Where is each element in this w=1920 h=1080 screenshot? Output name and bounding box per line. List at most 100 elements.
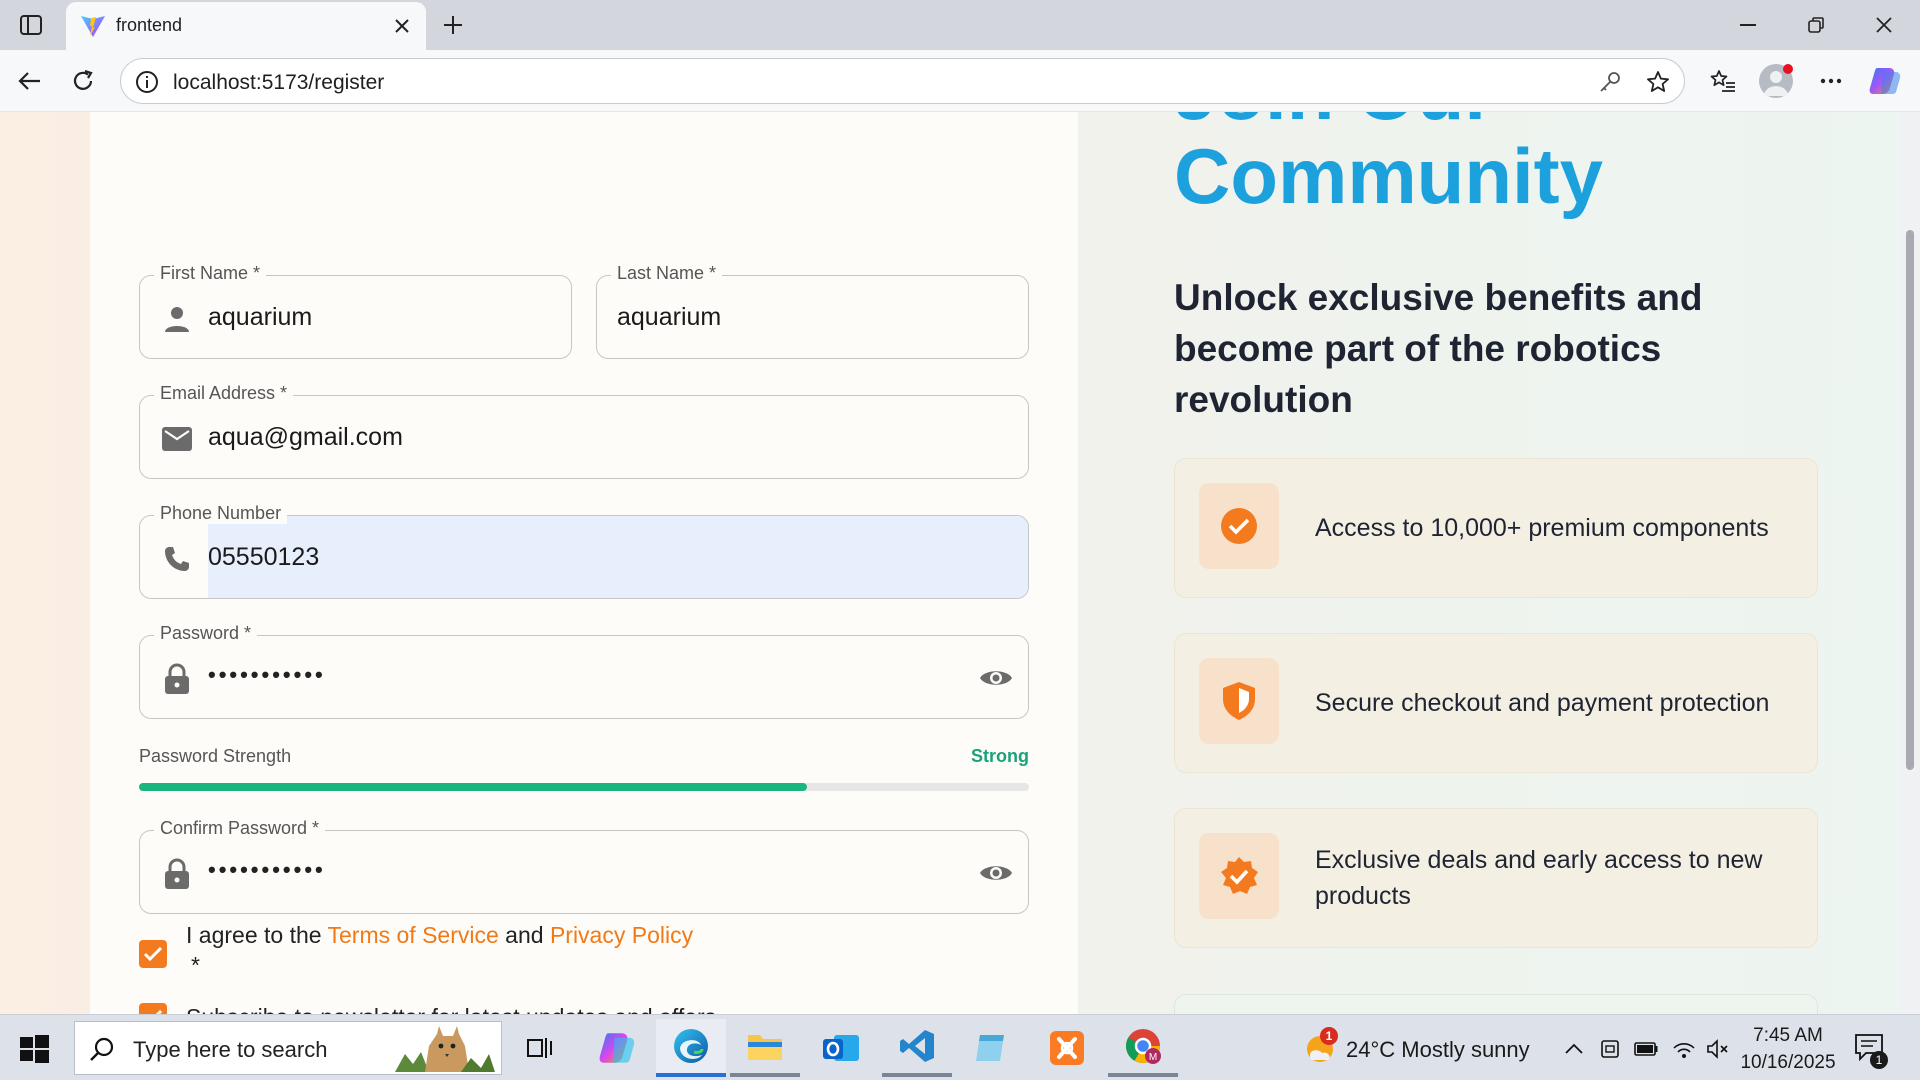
- xampp-icon[interactable]: [1032, 1019, 1102, 1077]
- confirm-password-label: Confirm Password *: [154, 818, 326, 839]
- phone-field[interactable]: Phone Number 05550123: [139, 503, 1029, 599]
- required-mark: *: [191, 952, 200, 978]
- hero-title-line1: Join Our: [1174, 112, 1603, 134]
- favorite-star-icon[interactable]: [1645, 69, 1671, 95]
- last-name-label: Last Name *: [611, 263, 723, 284]
- terms-of-service-link[interactable]: Terms of Service: [328, 922, 499, 948]
- file-explorer-icon[interactable]: [730, 1019, 800, 1077]
- password-input[interactable]: •••••••••••: [208, 662, 326, 688]
- browser-tab-frontend[interactable]: frontend: [66, 2, 426, 50]
- chrome-icon[interactable]: M: [1108, 1019, 1178, 1077]
- site-info-icon[interactable]: [135, 70, 159, 94]
- lock-icon: [162, 858, 192, 889]
- email-label: Email Address *: [154, 383, 294, 404]
- search-highlight-lynx-icon: [395, 1024, 495, 1072]
- phone-input[interactable]: 05550123: [208, 543, 319, 572]
- weather-text[interactable]: 24°C Mostly sunny: [1346, 1037, 1530, 1063]
- url-text[interactable]: localhost:5173/register: [173, 71, 384, 95]
- mail-icon: [162, 424, 192, 454]
- terms-middle: and: [498, 922, 550, 948]
- password-strength-label: Password Strength: [139, 746, 292, 766]
- eye-icon[interactable]: [978, 662, 1014, 694]
- taskbar-search-box[interactable]: Type here to search: [74, 1021, 502, 1075]
- privacy-policy-link[interactable]: Privacy Policy: [550, 922, 693, 948]
- more-options-icon[interactable]: [1812, 62, 1850, 100]
- password-strength-value: Strong: [971, 746, 1029, 766]
- email-input[interactable]: aqua@gmail.com: [208, 423, 403, 452]
- reload-icon[interactable]: [66, 64, 100, 98]
- vscode-icon[interactable]: [882, 1019, 952, 1077]
- feature-card: Exclusive deals and early access to new …: [1174, 808, 1818, 948]
- outlook-icon[interactable]: [806, 1019, 876, 1077]
- minimize-icon[interactable]: [1728, 10, 1768, 40]
- close-tab-icon[interactable]: [390, 14, 414, 38]
- notepad-icon[interactable]: [956, 1019, 1026, 1077]
- browser-tab-bar: frontend: [0, 0, 1920, 50]
- first-name-field[interactable]: First Name * aquarium: [139, 263, 572, 359]
- vite-logo-icon: [80, 14, 106, 38]
- terms-prefix: I agree to the: [186, 922, 328, 948]
- feature-text: Access to 10,000+ premium components: [1315, 514, 1769, 542]
- search-placeholder: Type here to search: [133, 1037, 328, 1062]
- newsletter-checkbox[interactable]: [139, 1003, 167, 1014]
- last-name-field[interactable]: Last Name * aquarium: [596, 263, 1029, 359]
- shield-icon: [1199, 658, 1279, 744]
- feature-card: [1174, 994, 1818, 1014]
- volume-muted-icon[interactable]: [1706, 1037, 1730, 1061]
- restore-icon[interactable]: [1796, 10, 1836, 40]
- back-arrow-icon[interactable]: [12, 64, 46, 98]
- meet-now-icon[interactable]: [1598, 1037, 1622, 1061]
- page-scrollbar[interactable]: [1900, 112, 1920, 1014]
- windows-start-icon[interactable]: [16, 1031, 52, 1067]
- phone-label: Phone Number: [154, 503, 288, 524]
- copilot-app-icon[interactable]: [582, 1019, 652, 1077]
- profile-avatar[interactable]: [1757, 62, 1795, 100]
- confirm-password-input[interactable]: •••••••••••: [208, 857, 326, 883]
- wifi-icon[interactable]: [1672, 1037, 1696, 1061]
- first-name-input[interactable]: aquarium: [208, 303, 312, 332]
- favorites-list-icon[interactable]: [1704, 62, 1742, 100]
- clock-time[interactable]: 7:45 AM: [1740, 1025, 1836, 1047]
- newsletter-label: Subscribe to newsletter for latest updat…: [186, 1002, 716, 1014]
- first-name-label: First Name *: [154, 263, 267, 284]
- password-key-icon[interactable]: [1597, 69, 1623, 95]
- password-strength-fill: [139, 783, 807, 791]
- eye-icon[interactable]: [978, 857, 1014, 889]
- phone-icon: [162, 544, 192, 574]
- feature-text: Secure checkout and payment protection: [1315, 689, 1770, 717]
- last-name-input[interactable]: aquarium: [617, 303, 721, 332]
- verified-badge-icon: [1199, 833, 1279, 919]
- weather-badge: 1: [1320, 1027, 1338, 1045]
- search-icon: [89, 1036, 115, 1062]
- hero-subtitle: Unlock exclusive benefits and become par…: [1174, 277, 1703, 420]
- tab-title: frontend: [116, 15, 183, 35]
- new-tab-icon[interactable]: [438, 10, 468, 40]
- password-strength-bar: [139, 783, 1029, 791]
- person-icon: [162, 304, 192, 334]
- registration-form: First Name * aquarium Last Name * aquari…: [90, 112, 1078, 1014]
- address-bar[interactable]: localhost:5173/register: [120, 58, 1685, 104]
- terms-checkbox[interactable]: [139, 940, 167, 968]
- hero-title: Join Our Community: [1174, 112, 1603, 218]
- email-field[interactable]: Email Address * aqua@gmail.com: [139, 383, 1029, 479]
- copilot-icon[interactable]: [1866, 62, 1904, 100]
- scrollbar-thumb[interactable]: [1906, 230, 1914, 770]
- battery-icon[interactable]: [1634, 1037, 1658, 1061]
- svg-text:M: M: [1149, 1052, 1157, 1063]
- password-field[interactable]: Password * •••••••••••: [139, 623, 1029, 719]
- close-window-icon[interactable]: [1864, 10, 1904, 40]
- chevron-up-icon[interactable]: [1562, 1037, 1586, 1061]
- terms-text: I agree to the Terms of Service and Priv…: [186, 920, 693, 980]
- confirm-password-field[interactable]: Confirm Password * •••••••••••: [139, 818, 1029, 914]
- windows-taskbar: Type here to search M 1 24°C Mostly sunn…: [0, 1014, 1920, 1080]
- newsletter-row: Subscribe to newsletter for latest updat…: [139, 1002, 716, 1014]
- hero-title-line2: Community: [1174, 132, 1603, 220]
- browser-toolbar: localhost:5173/register: [0, 50, 1920, 112]
- feature-card: Access to 10,000+ premium components: [1174, 458, 1818, 598]
- task-view-icon[interactable]: [506, 1019, 576, 1077]
- clock-date[interactable]: 10/16/2025: [1734, 1052, 1842, 1074]
- sidebar-toggle-icon[interactable]: [14, 10, 48, 40]
- autofill-highlight: [208, 516, 1028, 598]
- feature-text: Exclusive deals and early access to new …: [1315, 846, 1763, 910]
- edge-browser-icon[interactable]: [656, 1019, 726, 1077]
